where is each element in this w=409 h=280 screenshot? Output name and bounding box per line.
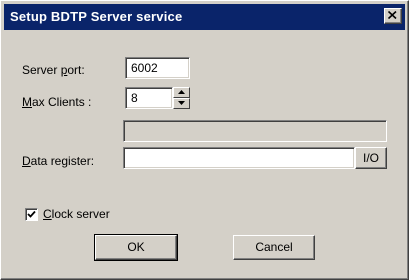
cancel-button[interactable]: Cancel [233,235,315,260]
arrow-down-icon [178,101,185,105]
title-bar[interactable]: Setup BDTP Server service [4,4,405,30]
max-clients-stepper[interactable] [173,87,190,109]
clock-server-label-rest: lock server [51,207,110,221]
io-button-label: I/O [362,151,379,165]
arrow-up-icon [178,90,185,94]
spin-up-button[interactable] [173,87,190,98]
close-button[interactable] [384,8,402,24]
data-register-label-rest: ata register: [30,154,95,168]
data-register-label-accel: D [22,154,31,168]
max-clients-label: Max Clients : [22,95,91,109]
max-clients-label-accel: M [22,95,32,109]
setup-dialog: Setup BDTP Server service Server port: 6… [0,0,409,280]
max-clients-input[interactable]: 8 [125,87,173,109]
clock-server-label[interactable]: Clock server [43,207,110,221]
ok-button-label: OK [127,240,145,254]
cancel-button-label: Cancel [255,240,293,254]
server-port-label-text: Server [22,63,61,77]
io-button[interactable]: I/O [355,147,387,169]
data-register-label: Data register: [22,154,94,168]
close-icon [388,11,397,19]
server-port-label-rest: ort: [67,63,85,77]
clock-server-label-accel: C [43,207,52,221]
spin-down-button[interactable] [173,98,190,109]
window-title: Setup BDTP Server service [10,9,183,24]
server-port-input[interactable]: 6002 [125,57,190,79]
data-register-input[interactable] [123,147,355,169]
clock-server-checkbox[interactable] [25,208,38,221]
ok-button[interactable]: OK [94,234,178,261]
max-clients-label-rest: ax Clients : [32,95,92,109]
server-port-label: Server port: [22,63,85,77]
status-field [123,120,387,142]
checkmark-icon [27,210,36,218]
